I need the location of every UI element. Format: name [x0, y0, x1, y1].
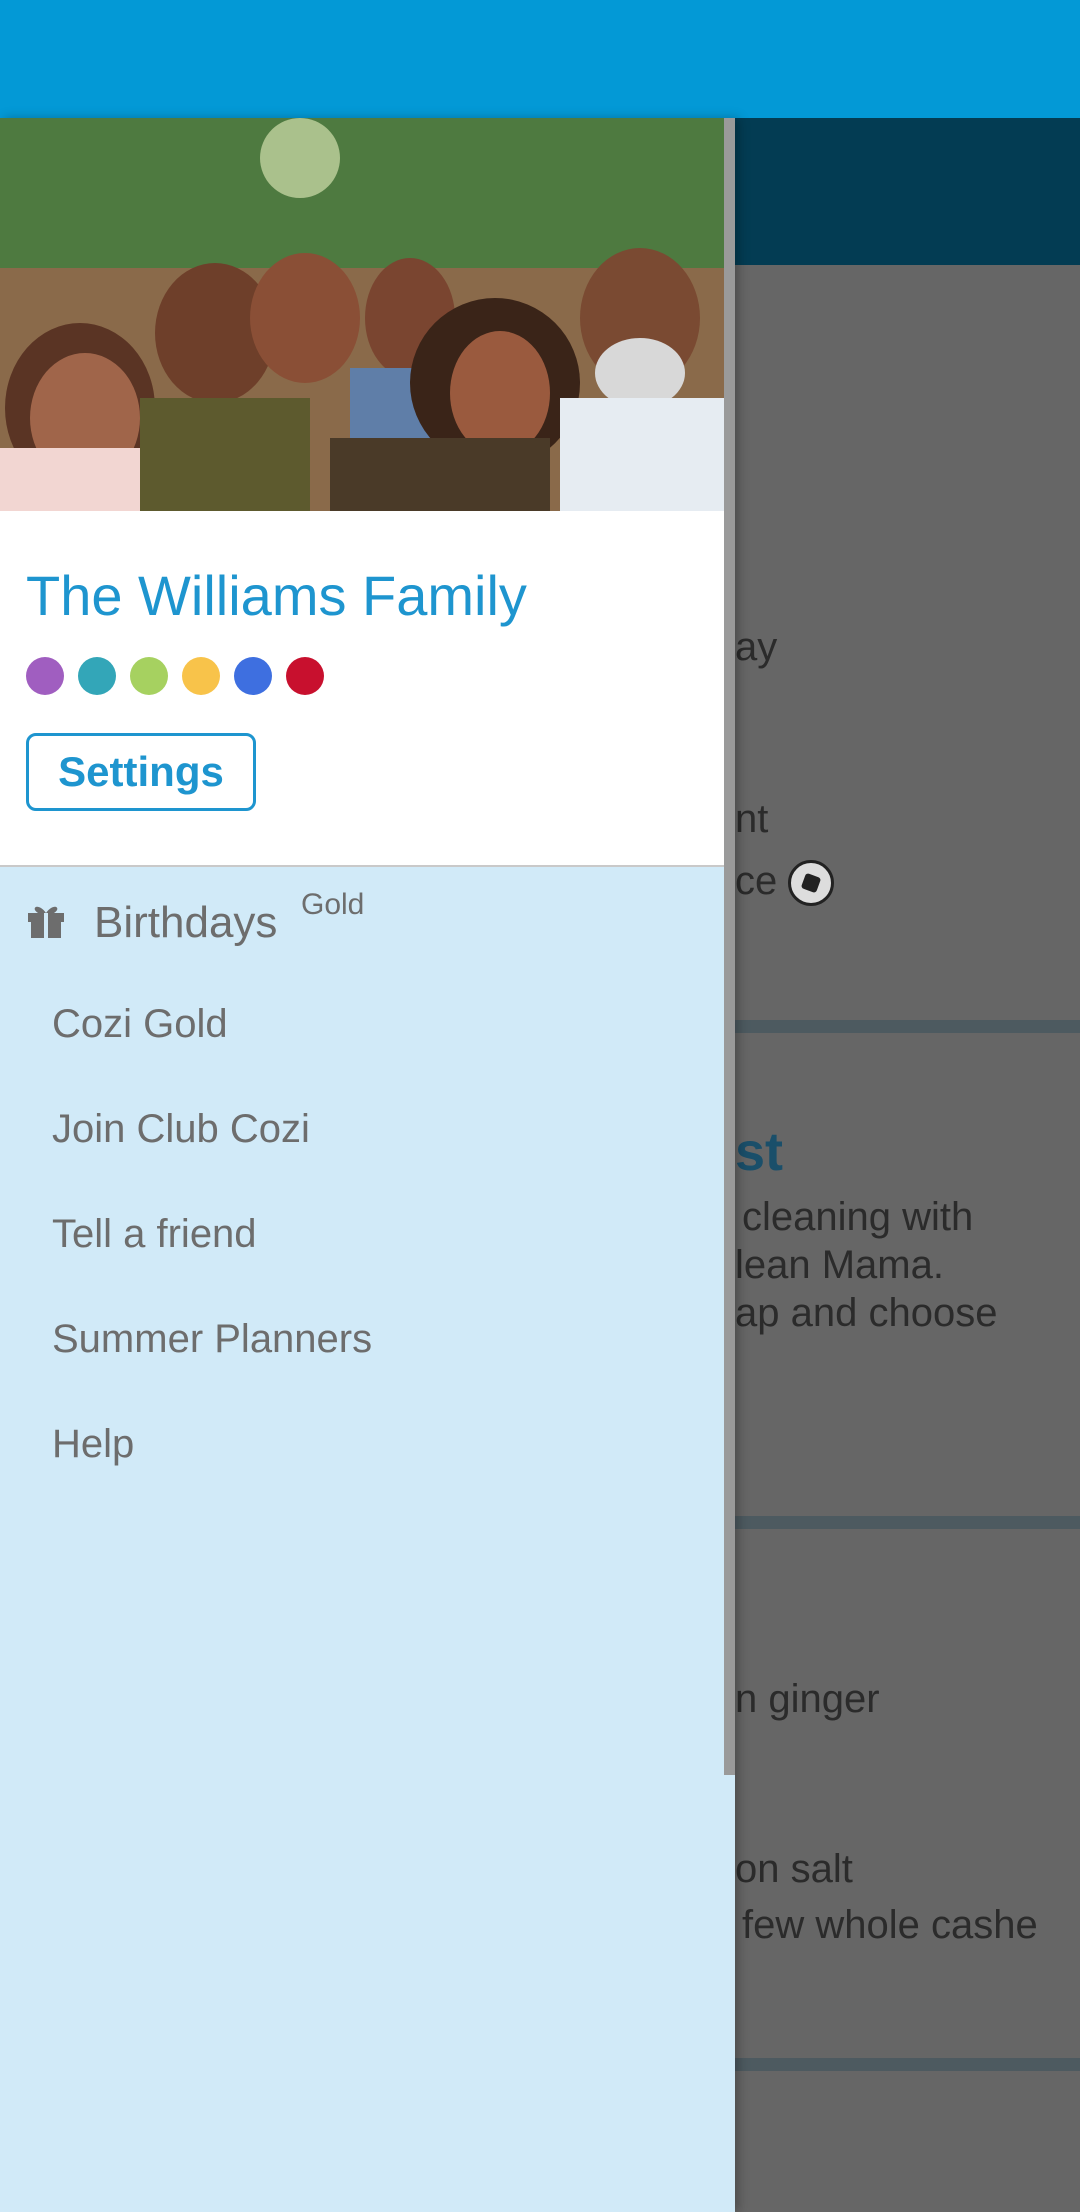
- bg-text: lean Mama.: [735, 1243, 944, 1287]
- drawer-scrollbar[interactable]: [724, 118, 735, 1775]
- bg-text: on salt: [735, 1847, 853, 1891]
- menu-item-label: Summer Planners: [52, 1317, 373, 1361]
- bg-text: n ginger: [735, 1677, 880, 1721]
- menu-item-label: Help: [52, 1422, 135, 1466]
- member-dot: [286, 657, 324, 695]
- menu-item-summer-planners[interactable]: Summer Planners: [0, 1293, 724, 1393]
- navigation-drawer: The Williams Family Settings Birthdays G…: [0, 118, 735, 2212]
- menu-item-birthdays[interactable]: Birthdays Gold: [0, 878, 724, 973]
- family-member-dots: [26, 657, 324, 695]
- menu-item-help[interactable]: Help: [0, 1398, 724, 1498]
- bg-text: few whole cashe: [742, 1903, 1038, 1947]
- gold-badge: Gold: [301, 888, 365, 921]
- member-dot: [78, 657, 116, 695]
- menu-item-label: Tell a friend: [52, 1212, 257, 1256]
- bg-text: ap and choose: [735, 1291, 998, 1335]
- bg-title: st: [735, 1122, 784, 1182]
- member-dot: [130, 657, 168, 695]
- member-dot: [234, 657, 272, 695]
- menu-item-label: Cozi Gold: [52, 1002, 228, 1046]
- family-photo-illustration: [0, 118, 735, 511]
- bg-text: ay: [735, 625, 778, 669]
- birthdays-label: Birthdays: [94, 898, 278, 947]
- family-photo: [0, 118, 735, 511]
- member-dot: [182, 657, 220, 695]
- menu-item-label: Join Club Cozi: [52, 1107, 310, 1151]
- menu-item-join-club-cozi[interactable]: Join Club Cozi: [0, 1083, 724, 1183]
- menu-item-cozi-gold[interactable]: Cozi Gold: [0, 978, 724, 1078]
- family-card: The Williams Family Settings: [0, 511, 724, 867]
- soccer-ball-icon: [788, 860, 835, 907]
- gift-icon: [28, 906, 64, 938]
- bg-text: ce: [735, 859, 835, 907]
- bg-text: cleaning with: [742, 1195, 974, 1239]
- settings-button[interactable]: Settings: [26, 733, 256, 811]
- bg-text: nt: [735, 797, 769, 841]
- member-dot: [26, 657, 64, 695]
- menu-item-tell-a-friend[interactable]: Tell a friend: [0, 1188, 724, 1288]
- family-name: The Williams Family: [26, 564, 527, 627]
- status-bar: [0, 0, 1080, 118]
